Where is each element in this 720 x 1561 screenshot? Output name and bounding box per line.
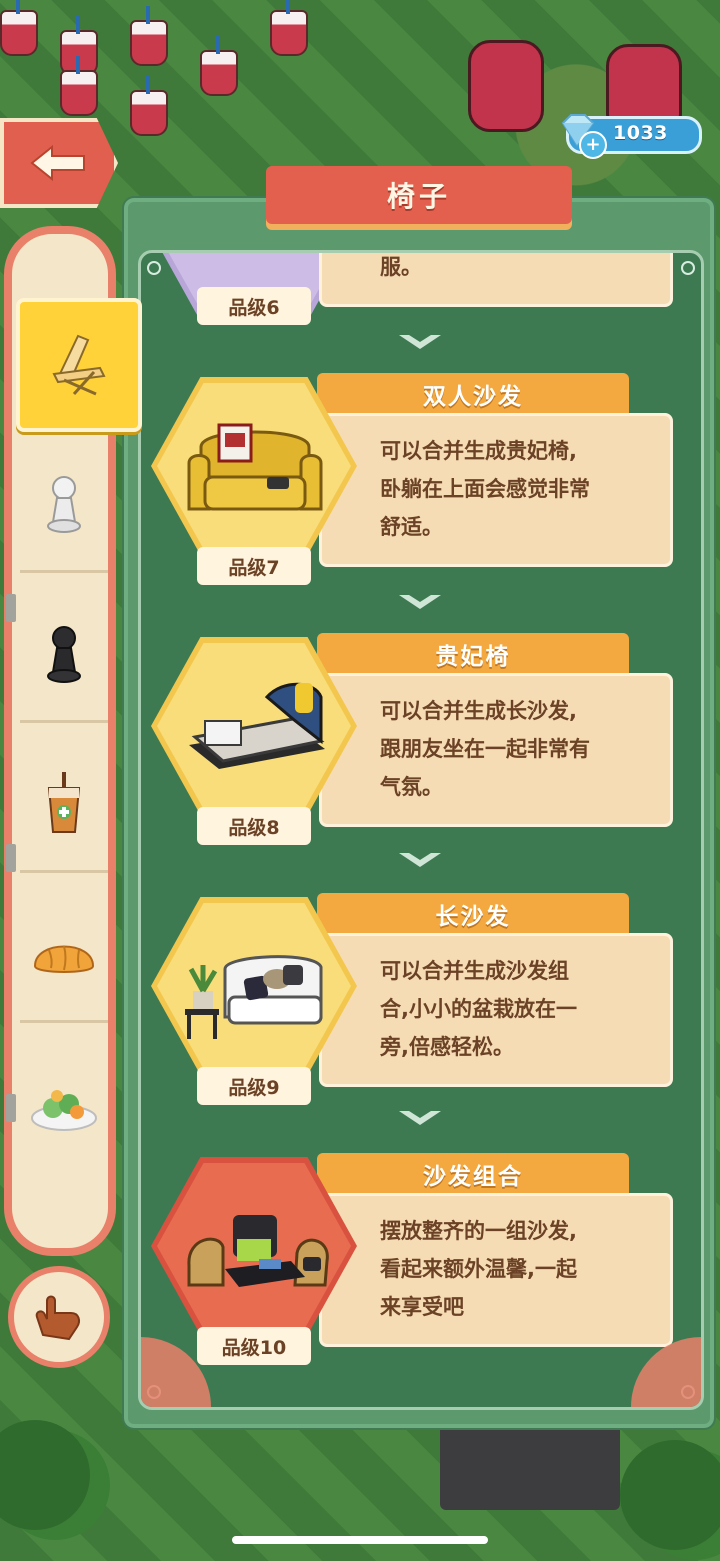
add-diamonds-button[interactable]: + <box>579 131 607 159</box>
salad-plate-icon <box>31 1090 97 1131</box>
bubble-tea-icon <box>47 772 81 833</box>
item-entry[interactable]: 双人沙发 可以合并生成贵妃椅, 卧躺在上面会感觉非常 舒适。 品级7 <box>141 373 701 603</box>
item-grade: 品级9 <box>197 1067 311 1105</box>
item-description: 可以合并生成贵妃椅, 卧躺在上面会感觉非常 舒适。 <box>319 413 673 567</box>
item-description-line: 摆放整齐的一组沙发, <box>380 1219 577 1243</box>
sidebar-item-salad[interactable] <box>20 1040 108 1170</box>
down-chevron-icon <box>399 595 441 609</box>
item-description: 可以合并生成沙发组 合,小小的盆栽放在一 旁,倍感轻松。 <box>319 933 673 1087</box>
loveseat-icon <box>187 423 323 511</box>
item-name: 贵妃椅 <box>317 633 629 675</box>
item-description: 摆放整齐的一组沙发, 看起来额外温馨,一起 来享受吧 <box>319 1193 673 1347</box>
sidebar-item-bubble-tea[interactable] <box>20 740 108 873</box>
sidebar-marker <box>6 1094 16 1122</box>
page-title-banner: 椅子 <box>266 166 572 224</box>
decor-tree <box>0 1420 90 1530</box>
decor-jar <box>468 40 544 132</box>
item-grade: 品级7 <box>197 547 311 585</box>
item-name: 长沙发 <box>317 893 629 935</box>
decor-building <box>440 1420 620 1510</box>
item-description-line: 可以合并生成贵妃椅, <box>380 439 577 463</box>
decor-cup <box>130 6 168 66</box>
item-entry[interactable]: 长沙发 可以合并生成沙发组 合,小小的盆栽放在一 旁,倍感轻松。 品级9 <box>141 893 701 1123</box>
black-pawn-icon <box>47 626 81 683</box>
item-description-line: 服。 <box>380 255 422 279</box>
item-description-line: 旁,倍感轻松。 <box>380 1035 514 1059</box>
home-indicator[interactable] <box>232 1536 488 1544</box>
sidebar-item-chairs[interactable] <box>16 298 142 432</box>
pointing-hand-icon <box>35 1295 80 1341</box>
down-chevron-icon <box>399 335 441 349</box>
sidebar-item-bread[interactable] <box>20 890 108 1023</box>
decor-tree <box>620 1440 720 1550</box>
item-description: 可以合并生成长沙发, 跟朋友坐在一起非常有 气氛。 <box>319 673 673 827</box>
folding-chair-icon <box>52 334 106 396</box>
decor-cup <box>130 76 168 136</box>
item-description-line: 卧躺在上面会感觉非常 <box>380 477 590 501</box>
item-description-line: 来享受吧 <box>380 1295 464 1319</box>
item-description-line: 合,小小的盆栽放在一 <box>380 997 577 1021</box>
chaise-lounge-icon <box>189 682 325 769</box>
decor-cup <box>200 36 238 96</box>
back-arrow-icon <box>30 144 85 182</box>
item-grade: 品级6 <box>197 287 311 325</box>
decor-cup <box>0 0 38 56</box>
item-grade: 品级10 <box>197 1327 311 1365</box>
category-sidebar <box>4 226 142 1256</box>
item-description-line: 气氛。 <box>380 775 443 799</box>
sidebar-marker <box>6 844 16 872</box>
item-entry[interactable]: 沙发组合 摆放整齐的一组沙发, 看起来额外温馨,一起 来享受吧 品级10 <box>141 1153 701 1383</box>
down-chevron-icon <box>399 853 441 867</box>
item-name: 沙发组合 <box>317 1153 629 1195</box>
white-pawn-icon <box>47 476 81 533</box>
bread-icon <box>33 945 95 973</box>
hand-pointer-button[interactable] <box>8 1266 110 1368</box>
diamond-counter[interactable]: + 1033 <box>561 114 702 159</box>
item-entry-partial: 服。 品级6 <box>141 253 701 333</box>
page-title: 椅子 <box>386 180 451 213</box>
item-entry[interactable]: 贵妃椅 可以合并生成长沙发, 跟朋友坐在一起非常有 气氛。 品级8 <box>141 633 701 863</box>
item-description-line: 可以合并生成长沙发, <box>380 699 577 723</box>
item-description-line: 看起来额外温馨,一起 <box>380 1257 577 1281</box>
sidebar-item-white-pawn[interactable] <box>20 440 108 573</box>
item-list-panel: 服。 品级6 双人沙发 可以合并生成贵妃椅, 卧躺在上面会感觉非常 舒适。 品级… <box>122 196 716 1430</box>
decor-cup <box>60 56 98 116</box>
back-button[interactable] <box>0 118 118 208</box>
decor-cup <box>270 0 308 56</box>
item-grade: 品级8 <box>197 807 311 845</box>
item-name: 双人沙发 <box>317 373 629 415</box>
item-description-line: 舒适。 <box>380 515 443 539</box>
item-description-line: 可以合并生成沙发组 <box>380 959 569 983</box>
sidebar-item-black-pawn[interactable] <box>20 590 108 723</box>
diamond-count: 1033 <box>613 122 668 144</box>
sidebar-marker <box>6 594 16 622</box>
long-sofa-icon <box>185 955 323 1039</box>
item-list-scroll[interactable]: 服。 品级6 双人沙发 可以合并生成贵妃椅, 卧躺在上面会感觉非常 舒适。 品级… <box>138 250 704 1410</box>
down-chevron-icon <box>399 1111 441 1125</box>
sofa-set-icon <box>187 1215 329 1287</box>
item-description: 服。 <box>319 253 673 307</box>
item-description-line: 跟朋友坐在一起非常有 <box>380 737 590 761</box>
